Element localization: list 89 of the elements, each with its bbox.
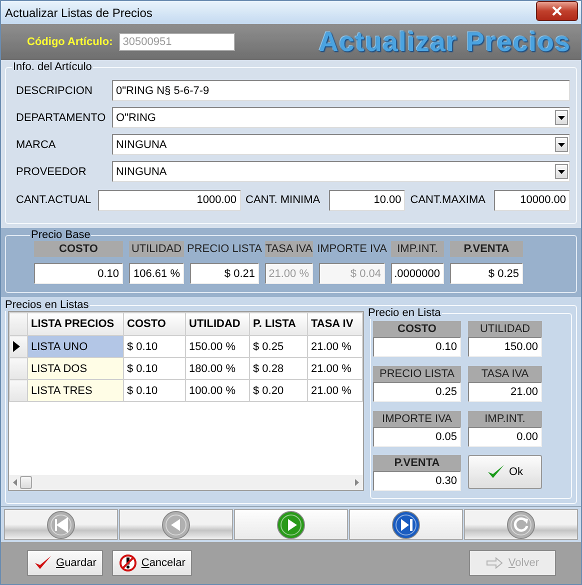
input-field[interactable]: 0.25	[373, 382, 461, 402]
field-label: DESCRIPCION	[16, 84, 94, 96]
input-field[interactable]: 1000.00	[98, 190, 241, 210]
column-header: UTILIDAD	[186, 312, 250, 336]
column-header: LISTA PRECIOS	[28, 312, 124, 336]
field-label: P.VENTA	[373, 455, 461, 472]
table-cell: $ 0.20	[250, 380, 308, 402]
close-icon	[552, 6, 562, 16]
input-field[interactable]: 0.30	[373, 471, 461, 492]
input-field[interactable]: $ 0.25	[450, 263, 523, 284]
close-button[interactable]	[536, 1, 578, 21]
row-indicator[interactable]	[10, 336, 28, 358]
table-cell: 21.00 %	[308, 336, 362, 358]
column-header: P. LISTA	[250, 312, 308, 336]
field-label: CANT. MINIMA	[246, 194, 322, 206]
table-cell: LISTA TRES	[28, 380, 124, 402]
column-header: IMP.INT.	[391, 241, 444, 257]
input-field[interactable]: 0.05	[373, 426, 461, 446]
ok-button[interactable]: Ok	[468, 455, 542, 490]
field-label: PRECIO LISTA	[373, 366, 461, 382]
dropdown-field[interactable]: NINGUNA	[112, 134, 570, 155]
cancel-button[interactable]: Cancelar	[112, 550, 192, 576]
dropdown-field[interactable]: NINGUNA	[112, 161, 570, 182]
field-label: MARCA	[16, 138, 57, 150]
scroll-left-icon[interactable]	[13, 479, 17, 486]
table-cell: 150.00 %	[186, 336, 250, 358]
current-row-icon	[13, 341, 20, 352]
column-header: TASA IV	[308, 312, 362, 336]
field-label: UTILIDAD	[468, 321, 542, 337]
column-header: IMPORTE IVA	[319, 242, 385, 257]
column-header: TASA IVA	[265, 241, 313, 257]
dropdown-field[interactable]: O"RING	[112, 107, 570, 128]
scroll-thumb[interactable]	[20, 476, 32, 489]
cancel-icon	[119, 554, 138, 572]
horizontal-scrollbar[interactable]	[9, 475, 363, 490]
field-label: DEPARTAMENTO	[16, 112, 107, 124]
column-header: COSTO	[124, 312, 186, 336]
input-field[interactable]: 10.00	[329, 190, 406, 210]
column-header: UTILIDAD	[129, 241, 184, 257]
column-header: P.VENTA	[450, 241, 523, 257]
panel-title: Precio en Lista	[367, 307, 442, 319]
table-cell: LISTA DOS	[28, 358, 124, 380]
input-field[interactable]: 0.10	[34, 263, 123, 284]
save-button[interactable]: Guardar	[27, 550, 104, 576]
scroll-right-icon[interactable]	[355, 479, 359, 486]
panel-title: Precio Base	[30, 229, 92, 241]
input-field[interactable]: 0.10	[373, 337, 461, 357]
field-label: TASA IVA	[468, 366, 542, 382]
caret-icon	[558, 142, 565, 146]
panel-title: Info. del Artículo	[12, 61, 93, 73]
window-title: Actualizar Listas de Precios	[5, 6, 152, 20]
dropdown-button[interactable]	[555, 110, 568, 125]
table-cell: $ 0.10	[124, 380, 186, 402]
input-field[interactable]: 0.00	[468, 426, 542, 446]
last-button[interactable]	[349, 509, 463, 540]
field-label: PROVEEDOR	[16, 166, 88, 178]
input-field[interactable]: 0"RING N§ 5-6-7-9	[112, 80, 570, 101]
table-cell: 180.00 %	[186, 358, 250, 380]
input-field[interactable]: 106.61 %	[129, 263, 184, 284]
checkmark-icon	[34, 555, 52, 571]
table-cell: 100.00 %	[186, 380, 250, 402]
table-cell: $ 0.25	[250, 336, 308, 358]
input-field[interactable]: 10000.00	[494, 190, 570, 210]
field-label: COSTO	[373, 321, 461, 337]
checkmark-icon	[486, 464, 505, 480]
input-field[interactable]: 150.00	[468, 337, 542, 357]
field-label: CANT.MAXIMA	[410, 194, 486, 206]
table-cell: 21.00 %	[308, 358, 362, 380]
dropdown-button[interactable]	[555, 137, 568, 152]
table-cell: $ 0.10	[124, 336, 186, 358]
table-cell: LISTA UNO	[28, 336, 124, 358]
arrow-icon	[486, 557, 504, 569]
dropdown-button[interactable]	[555, 164, 568, 179]
next-button[interactable]	[234, 509, 348, 540]
input-field[interactable]: $ 0.21	[190, 263, 259, 284]
field-label: IMPORTE IVA	[373, 410, 461, 426]
banner-title: Actualizar Precios	[318, 26, 571, 58]
input-field[interactable]: 21.00	[468, 382, 542, 402]
caret-icon	[558, 116, 565, 120]
field-label: IMP.INT.	[468, 410, 542, 426]
column-header: COSTO	[34, 241, 123, 257]
table-cell: 21.00 %	[308, 380, 362, 402]
input-field[interactable]: .0000000	[391, 263, 444, 284]
panel-title: Precios en Listas	[4, 299, 90, 311]
table-cell: $ 0.10	[124, 358, 186, 380]
code-label: Código Artículo:	[27, 36, 113, 48]
field-label: CANT.ACTUAL	[16, 194, 92, 206]
caret-icon	[558, 170, 565, 174]
table-cell: $ 0.28	[250, 358, 308, 380]
